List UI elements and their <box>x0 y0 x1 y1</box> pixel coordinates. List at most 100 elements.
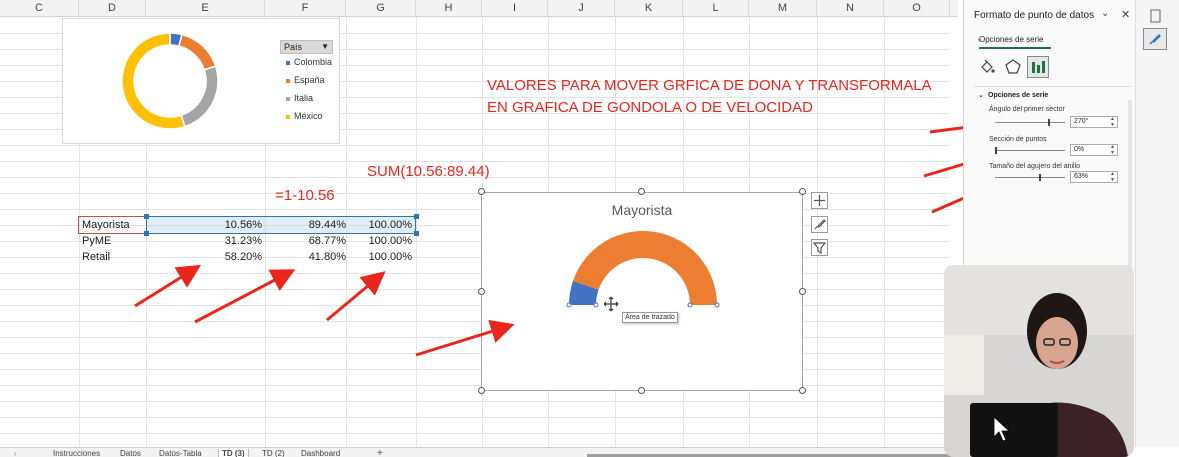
gridline-horizontal <box>0 257 950 258</box>
sheet-tab[interactable]: TD (2) <box>262 449 285 457</box>
add-sheet-button[interactable]: + <box>377 449 383 457</box>
resize-handle[interactable] <box>799 188 806 195</box>
point-selection-handle[interactable] <box>566 302 572 308</box>
scroll-left-icon[interactable]: › <box>14 449 17 457</box>
donut-chart[interactable]: País ▼ Colombia España Italia México <box>62 18 340 144</box>
chart-styles-button[interactable] <box>811 216 828 233</box>
spin-arrows-icon[interactable]: ▲ ▼ <box>1110 144 1115 156</box>
presenter-video-image <box>944 265 1134 457</box>
resize-handle[interactable] <box>478 188 485 195</box>
column-header[interactable]: M <box>749 0 817 17</box>
selection-handle[interactable] <box>414 231 419 236</box>
sheet-tab[interactable]: Datos <box>120 449 141 457</box>
selection-handle[interactable] <box>144 214 149 219</box>
value-cell[interactable]: 100.00% <box>340 217 412 233</box>
slider-thumb[interactable] <box>995 147 997 154</box>
chart-elements-button[interactable] <box>811 192 828 209</box>
donut-slice-méxico[interactable] <box>121 32 186 130</box>
gridline-horizontal <box>0 433 950 434</box>
column-header[interactable]: I <box>482 0 548 17</box>
point-explosion-slider[interactable] <box>995 150 1065 151</box>
excel-window: CDEFGHIJKLMNO País ▼ Colombia España Ita… <box>0 0 1179 457</box>
legend-marker-icon <box>286 60 290 65</box>
first-slice-angle-input[interactable]: 270° ▲ ▼ <box>1070 116 1118 128</box>
format-pane-button[interactable] <box>1143 28 1167 50</box>
hole-size-input[interactable]: 63% ▲ ▼ <box>1070 171 1118 183</box>
column-header[interactable]: F <box>265 0 346 17</box>
row-name-cell[interactable]: Retail <box>82 249 142 265</box>
value-cell[interactable]: 58.20% <box>190 249 262 265</box>
column-header[interactable]: E <box>146 0 265 17</box>
value-cell[interactable]: 10.56% <box>190 217 262 233</box>
value-cell[interactable]: 41.80% <box>274 249 346 265</box>
gauge-chart[interactable]: Mayorista <box>481 192 803 391</box>
column-header[interactable]: C <box>0 0 79 17</box>
value-cell[interactable]: 100.00% <box>340 249 412 265</box>
hole-size-slider[interactable] <box>995 177 1065 178</box>
selection-handle[interactable] <box>414 214 419 219</box>
close-icon[interactable]: ✕ <box>1121 8 1130 21</box>
column-header[interactable]: J <box>548 0 615 17</box>
resize-handle[interactable] <box>478 288 485 295</box>
document-icon[interactable] <box>1143 6 1167 28</box>
gridline-horizontal <box>0 321 950 322</box>
selection-handle[interactable] <box>144 231 149 236</box>
value-cell[interactable]: 31.23% <box>190 233 262 249</box>
point-selection-handle[interactable] <box>593 302 599 308</box>
value-cell[interactable]: 68.77% <box>274 233 346 249</box>
series-options-tab[interactable]: Opciones de serie <box>979 35 1043 44</box>
annotation-title-line-1: VALORES PARA MOVER GRFICA DE DONA Y TRAN… <box>487 77 932 94</box>
country-filter-button[interactable]: País ▼ <box>280 40 333 54</box>
spin-arrows-icon[interactable]: ▲ ▼ <box>1110 116 1115 128</box>
column-header[interactable]: O <box>884 0 950 17</box>
sheet-tab[interactable]: Instrucciones <box>53 449 100 457</box>
fill-line-button[interactable] <box>976 56 998 78</box>
legend-label: México <box>294 111 323 121</box>
pane-title: Formato de punto de datos <box>974 10 1095 21</box>
donut-slice-italia[interactable] <box>180 65 219 128</box>
section-chevron-icon[interactable]: ⌄ <box>978 91 984 99</box>
resize-handle[interactable] <box>799 387 806 394</box>
value-cell[interactable]: 89.44% <box>274 217 346 233</box>
chevron-down-icon[interactable]: ⌄ <box>1101 8 1109 19</box>
resize-handle[interactable] <box>799 288 806 295</box>
donut-slice-españa[interactable] <box>178 33 217 71</box>
resize-handle[interactable] <box>638 387 645 394</box>
section-heading: Opciones de serie <box>988 92 1049 99</box>
point-explosion-input[interactable]: 0% ▲ ▼ <box>1070 144 1118 156</box>
active-tab-indicator <box>979 47 1051 49</box>
spin-value: 0% <box>1074 146 1085 153</box>
chart-filters-button[interactable] <box>811 239 828 256</box>
row-name-cell[interactable]: PyME <box>82 233 142 249</box>
sheet-tab-active[interactable]: TD (3) <box>218 449 249 457</box>
gauge-plot <box>566 230 720 308</box>
column-header[interactable]: D <box>79 0 146 17</box>
column-header[interactable]: H <box>416 0 482 17</box>
paint-bucket-icon <box>981 59 995 73</box>
sheet-tab[interactable]: Datos-Tabla <box>159 449 202 457</box>
webcam-video <box>944 265 1134 457</box>
legend-label: Italia <box>294 93 314 103</box>
value-cell[interactable]: 100.00% <box>340 233 412 249</box>
gridline-horizontal <box>0 401 950 402</box>
slider-thumb[interactable] <box>1039 174 1042 181</box>
format-brush-icon <box>1149 34 1161 45</box>
column-header[interactable]: L <box>683 0 749 17</box>
spin-arrows-icon[interactable]: ▲ ▼ <box>1110 171 1115 183</box>
effects-button[interactable] <box>1002 56 1024 78</box>
resize-handle[interactable] <box>478 387 485 394</box>
series-options-button[interactable] <box>1027 56 1049 78</box>
point-selection-handle[interactable] <box>687 302 693 308</box>
gridline-horizontal <box>0 353 950 354</box>
column-header[interactable]: N <box>817 0 884 17</box>
row-name-cell[interactable]: Mayorista <box>82 217 142 233</box>
resize-handle[interactable] <box>638 188 645 195</box>
point-selection-handle[interactable] <box>714 302 720 308</box>
column-header[interactable]: K <box>615 0 683 17</box>
funnel-icon <box>812 242 827 255</box>
first-slice-angle-slider[interactable] <box>995 122 1065 123</box>
column-header[interactable]: G <box>346 0 416 17</box>
gridline-horizontal <box>0 145 950 146</box>
slider-thumb[interactable] <box>1047 119 1050 126</box>
sheet-tab[interactable]: Dashboard <box>301 449 340 457</box>
